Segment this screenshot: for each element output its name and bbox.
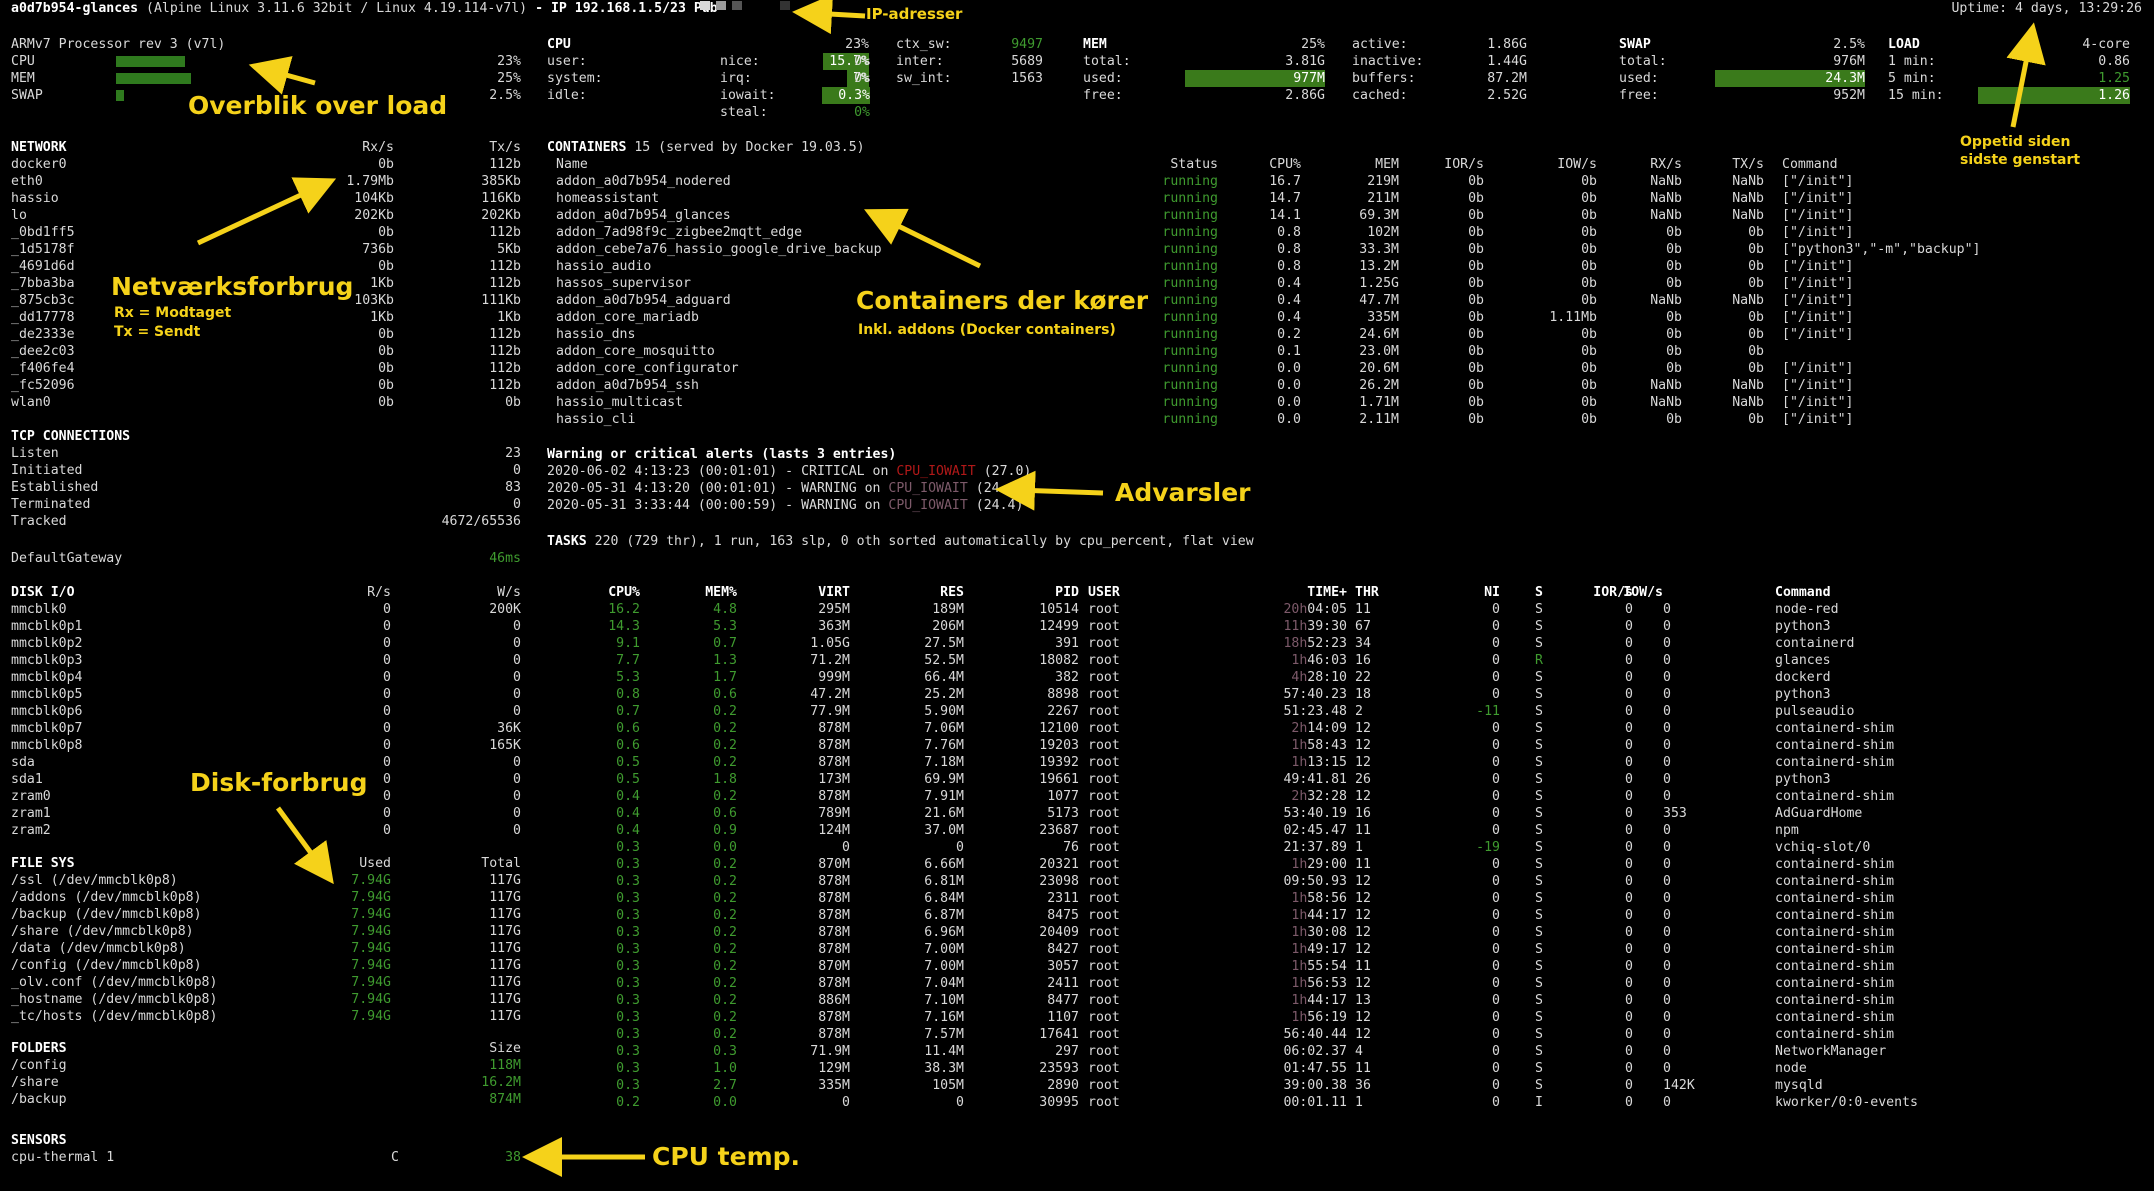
annotation-alerts: Advarsler xyxy=(1115,478,1251,507)
arrow-ip xyxy=(792,0,866,35)
arrow-uptime xyxy=(2006,22,2046,128)
arrow-network xyxy=(196,177,337,246)
annotation-tx: Tx = Sendt xyxy=(114,324,201,340)
arrow-containers xyxy=(864,208,982,269)
annotation-uptime: Oppetid siden sidste genstart xyxy=(1960,134,2081,168)
annotation-disk: Disk-forbrug xyxy=(190,768,368,797)
annotation-containers-sub: Inkl. addons (Docker containers) xyxy=(858,322,1116,338)
arrow-alerts xyxy=(995,470,1104,511)
annotation-containers: Containers der kører xyxy=(856,286,1149,315)
arrow-overview xyxy=(248,56,316,95)
annotation-rx: Rx = Modtaget xyxy=(114,305,232,321)
arrow-disk xyxy=(275,806,334,885)
annotation-network: Netværksforbrug xyxy=(111,272,354,301)
annotation-overview: Overblik over load xyxy=(188,91,448,120)
annotation-cputemp: CPU temp. xyxy=(652,1142,801,1171)
annotation-arrows xyxy=(196,0,2046,1177)
annotation-ip: IP-adresser xyxy=(866,5,963,23)
